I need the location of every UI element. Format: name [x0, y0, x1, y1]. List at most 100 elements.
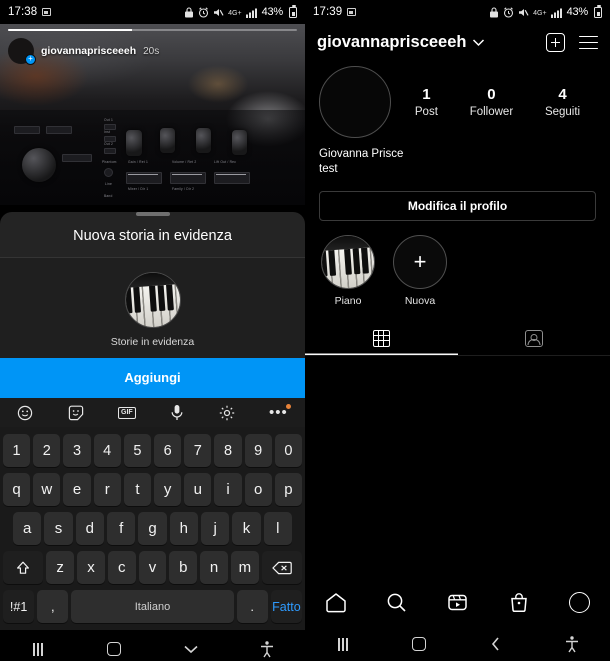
key-0[interactable]: 0	[274, 434, 303, 467]
stat-following-label: Seguiti	[544, 106, 581, 118]
highlight-cover-thumbnail[interactable]	[124, 272, 181, 328]
add-highlight-plus-icon[interactable]: +	[393, 235, 447, 289]
key-d[interactable]: d	[75, 512, 104, 545]
nav-search[interactable]	[366, 592, 427, 613]
key-x[interactable]: x	[77, 551, 105, 584]
status-icons: 4G+ 43%	[184, 5, 297, 18]
instagram-bottom-nav	[305, 579, 610, 625]
hide-keyboard-button[interactable]	[153, 643, 229, 655]
key-j[interactable]: j	[200, 512, 230, 545]
chevron-down-icon[interactable]	[472, 34, 485, 52]
done-key[interactable]: Fatto	[270, 590, 303, 623]
key-5[interactable]: 5	[123, 434, 151, 467]
nav-profile[interactable]	[549, 591, 610, 613]
nav-reels[interactable]	[427, 592, 488, 613]
key-6[interactable]: 6	[154, 434, 182, 467]
comma-key[interactable]: ,	[37, 590, 69, 623]
key-9[interactable]: 9	[244, 434, 272, 467]
key-k[interactable]: k	[232, 512, 261, 545]
symbols-key[interactable]: !#1	[2, 590, 35, 623]
key-z[interactable]: z	[46, 551, 75, 584]
add-to-story-plus-icon[interactable]: +	[25, 54, 36, 65]
keyboard-row-numbers: 1 2 3 4 5 6 7 8 9 0	[1, 431, 304, 470]
profile-avatar[interactable]	[319, 66, 391, 138]
key-3[interactable]: 3	[63, 434, 91, 467]
story-viewer[interactable]: Out 1 Inst Out 2 Phantom Line Band Gain …	[0, 24, 305, 205]
recents-button[interactable]	[305, 637, 381, 651]
shift-key[interactable]	[2, 551, 44, 584]
emoji-icon[interactable]	[17, 405, 33, 421]
home-button[interactable]	[381, 637, 457, 651]
tab-tagged[interactable]	[458, 321, 610, 355]
nav-shop[interactable]	[488, 592, 549, 613]
menu-icon[interactable]	[579, 35, 598, 50]
gif-icon[interactable]: GIF	[118, 406, 136, 419]
key-1[interactable]: 1	[2, 434, 31, 467]
profile-username[interactable]: giovannaprisceeeh	[317, 33, 466, 52]
network-4gplus-icon: 4G+	[533, 10, 547, 17]
key-b[interactable]: b	[169, 551, 198, 584]
sticker-icon[interactable]	[68, 405, 84, 421]
alarm-icon	[504, 6, 514, 18]
key-m[interactable]: m	[230, 551, 259, 584]
recents-button[interactable]	[0, 642, 76, 656]
key-w[interactable]: w	[33, 473, 61, 506]
story-author-avatar[interactable]: +	[8, 38, 36, 65]
key-v[interactable]: v	[138, 551, 167, 584]
key-o[interactable]: o	[244, 473, 272, 506]
key-u[interactable]: u	[184, 473, 212, 506]
grid-icon	[372, 330, 390, 347]
tab-grid[interactable]	[305, 321, 458, 355]
stat-posts[interactable]: 1 Post	[415, 86, 438, 118]
back-button[interactable]	[458, 636, 534, 652]
keyboard-row-qwerty: q w e r t y u i o p	[1, 470, 304, 509]
settings-gear-icon[interactable]	[219, 405, 235, 421]
key-e[interactable]: e	[63, 473, 91, 506]
key-y[interactable]: y	[154, 473, 182, 506]
profile-header: giovannaprisceeeh	[305, 24, 610, 62]
key-s[interactable]: s	[44, 512, 73, 545]
key-t[interactable]: t	[123, 473, 151, 506]
key-h[interactable]: h	[169, 512, 198, 545]
key-g[interactable]: g	[138, 512, 167, 545]
nav-home[interactable]	[305, 592, 366, 613]
microphone-icon[interactable]	[170, 404, 184, 421]
highlight-piano[interactable]: Piano	[321, 235, 375, 307]
key-p[interactable]: p	[274, 473, 303, 506]
highlight-piano-cover[interactable]	[321, 235, 375, 289]
stat-followers-count: 0	[487, 86, 496, 103]
key-l[interactable]: l	[263, 512, 292, 545]
key-q[interactable]: q	[2, 473, 31, 506]
key-8[interactable]: 8	[214, 434, 242, 467]
key-n[interactable]: n	[200, 551, 228, 584]
screenshot-icon	[347, 8, 357, 16]
space-key[interactable]: Italiano	[71, 590, 234, 623]
profile-bio: Giovanna Prisce test	[305, 138, 610, 177]
key-r[interactable]: r	[93, 473, 121, 506]
story-author-row[interactable]: + giovannaprisceeeh 20s	[8, 38, 297, 65]
key-i[interactable]: i	[214, 473, 242, 506]
profile-stats: 1 Post 0 Follower 4 Seguiti	[391, 86, 596, 118]
accessibility-button[interactable]	[229, 640, 305, 658]
home-button[interactable]	[76, 642, 152, 656]
highlight-new[interactable]: + Nuova	[393, 235, 447, 307]
backspace-key[interactable]	[261, 551, 303, 584]
battery-percent: 43%	[261, 6, 284, 18]
key-a[interactable]: a	[13, 512, 42, 545]
key-7[interactable]: 7	[184, 434, 212, 467]
stat-followers[interactable]: 0 Follower	[470, 86, 513, 118]
key-f[interactable]: f	[107, 512, 136, 545]
add-button[interactable]: Aggiungi	[0, 358, 305, 397]
key-2[interactable]: 2	[33, 434, 61, 467]
more-options-icon[interactable]: •••	[269, 403, 291, 420]
add-new-icon[interactable]	[546, 33, 565, 52]
accessibility-button[interactable]	[534, 635, 610, 653]
keyboard-row-home: a s d f g h j k l	[1, 509, 304, 548]
status-time: 17:38	[8, 6, 38, 18]
period-key[interactable]: .	[236, 590, 268, 623]
edit-profile-button[interactable]: Modifica il profilo	[319, 191, 596, 221]
mute-icon	[519, 8, 529, 16]
key-c[interactable]: c	[107, 551, 136, 584]
key-4[interactable]: 4	[93, 434, 121, 467]
stat-following[interactable]: 4 Seguiti	[545, 86, 580, 118]
